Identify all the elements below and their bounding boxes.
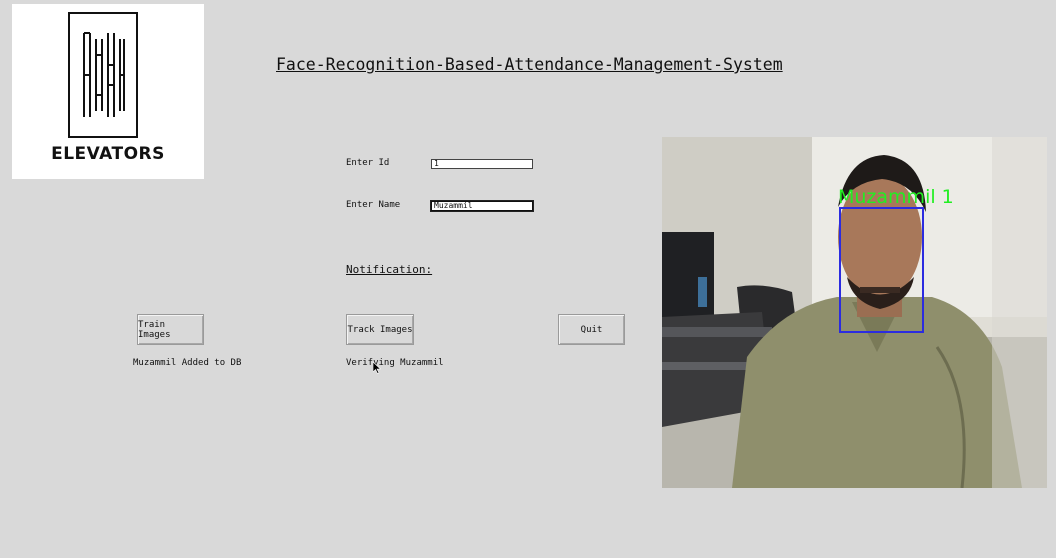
- name-field[interactable]: Muzammil: [430, 200, 534, 212]
- name-label: Enter Name: [346, 200, 401, 210]
- track-images-button[interactable]: Track Images: [346, 314, 414, 345]
- face-detection-label: Muzammil 1: [838, 186, 954, 208]
- train-status-message: Muzammil Added to DB: [133, 358, 242, 368]
- mouse-cursor-icon: [372, 359, 382, 378]
- notification-label: Notification:: [346, 263, 433, 276]
- face-detection-box: [839, 207, 924, 333]
- app-title: Face-Recognition-Based-Attendance-Manage…: [276, 55, 783, 74]
- logo-wordmark: ELEVATORS: [51, 144, 165, 164]
- quit-button[interactable]: Quit: [558, 314, 625, 345]
- track-status-message: Verifying Muzammil: [346, 358, 444, 368]
- camera-preview: Muzammil 1: [662, 137, 1047, 488]
- train-images-button[interactable]: Train Images: [137, 314, 204, 345]
- id-field[interactable]: 1: [431, 159, 533, 169]
- logo-emblem-icon: [68, 12, 138, 138]
- company-logo: ELEVATORS: [12, 4, 204, 179]
- id-label: Enter Id: [346, 158, 390, 168]
- logo-glyph-icon: [83, 32, 125, 117]
